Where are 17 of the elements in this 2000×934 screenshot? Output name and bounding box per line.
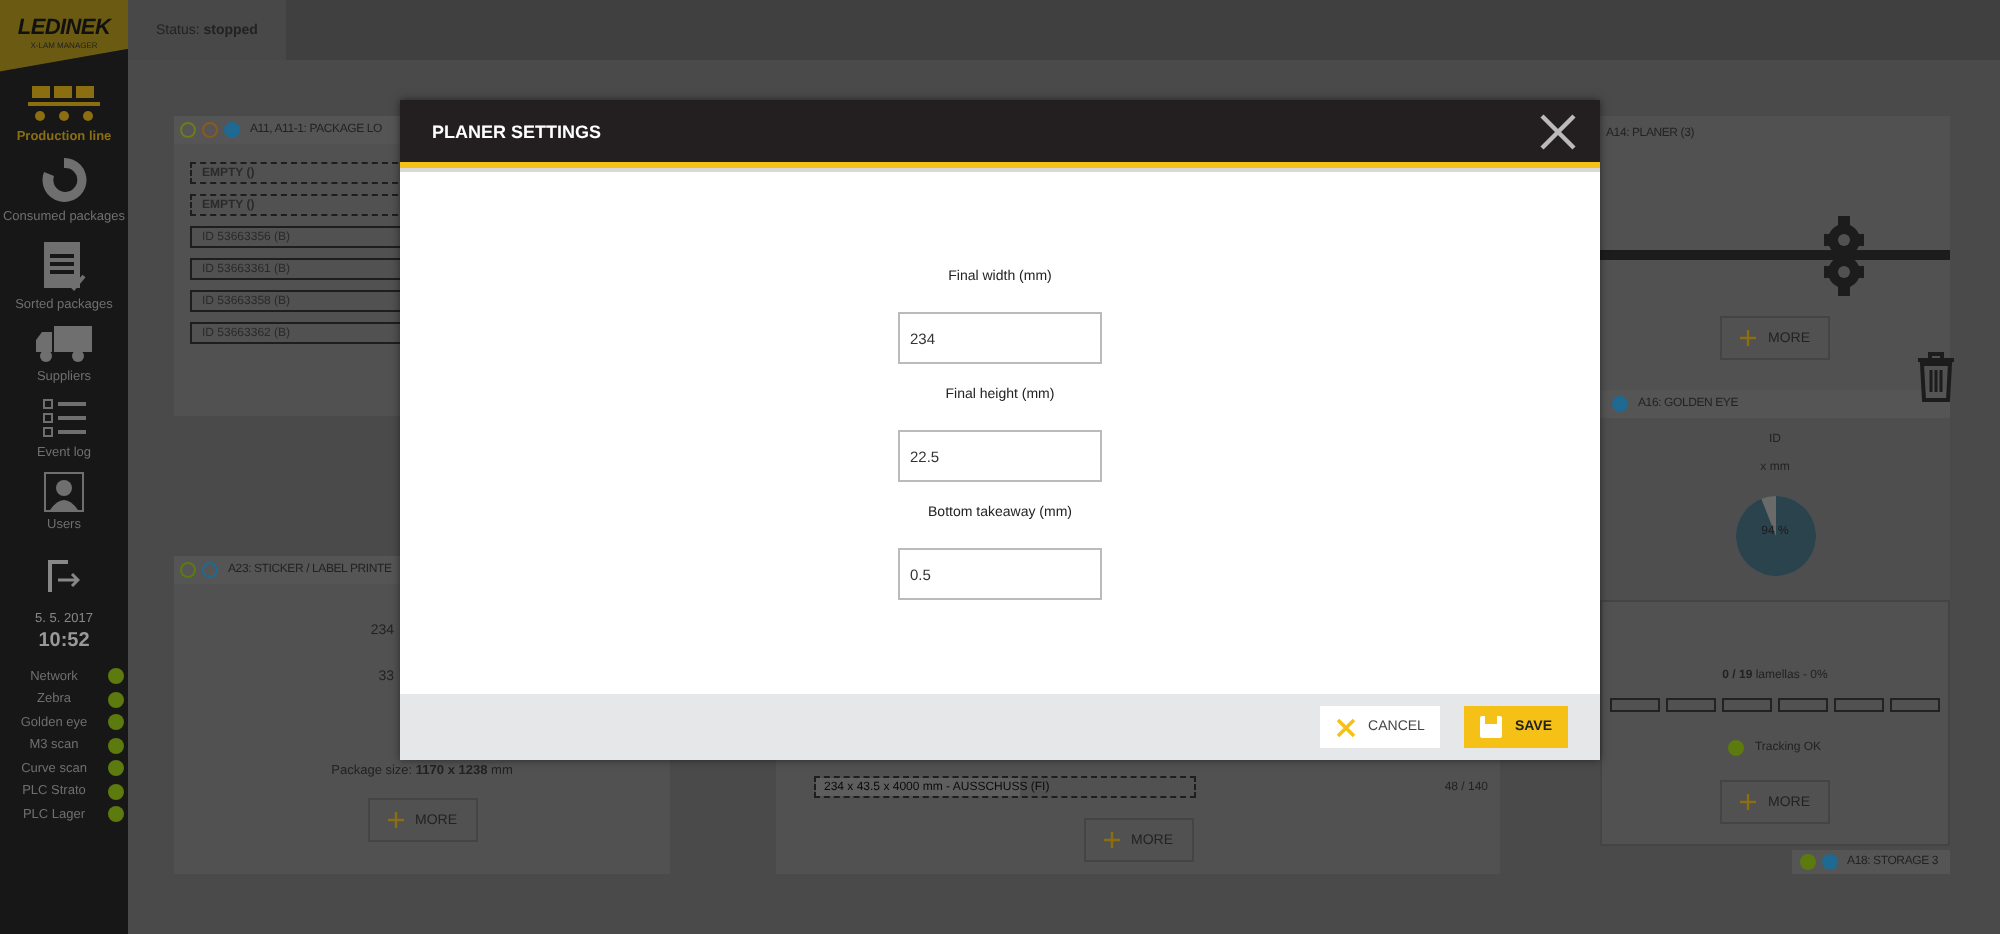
conveyor-icon	[28, 84, 100, 124]
donut-chart-icon	[40, 156, 88, 204]
close-icon	[1336, 717, 1357, 737]
clipboard-icon	[42, 236, 86, 292]
plus-icon	[1740, 330, 1756, 346]
pie-gauge	[1733, 494, 1817, 578]
plus-icon	[387, 812, 403, 828]
user-icon	[44, 472, 84, 512]
dialog-title: PLANER SETTINGS	[432, 121, 602, 141]
plus-icon	[1103, 832, 1119, 848]
list-icon	[42, 396, 86, 440]
plus-icon	[1740, 794, 1756, 810]
time-text: 10:52	[38, 630, 90, 652]
truck-icon	[36, 324, 92, 364]
logout-icon[interactable]	[48, 560, 80, 592]
close-icon[interactable]	[1540, 113, 1576, 149]
logo-text: LEDINEK	[17, 15, 111, 39]
